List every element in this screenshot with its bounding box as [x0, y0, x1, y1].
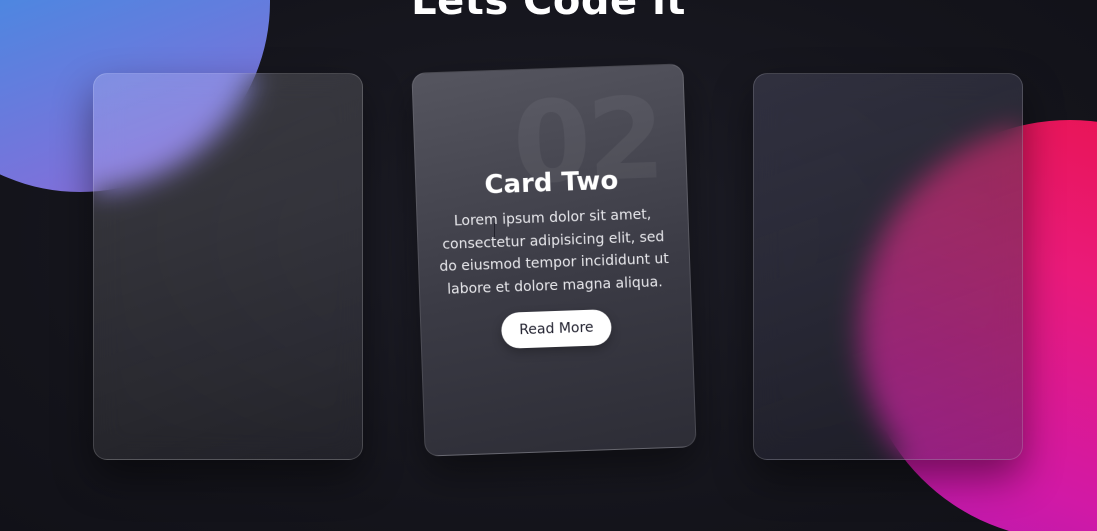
card-three[interactable] [753, 73, 1023, 460]
card-two[interactable]: 02 Card Two Lorem ipsum dolor sit amet, … [411, 63, 697, 457]
card-one[interactable] [93, 73, 363, 460]
card-title: Card Two [483, 165, 619, 201]
read-more-button[interactable]: Read More [500, 309, 613, 349]
page-background: Lets Code it 02 Card Two Lorem ipsum dol… [0, 0, 1097, 531]
page-title: Lets Code it [411, 0, 686, 24]
text-cursor-icon [494, 223, 495, 237]
card-description: Lorem ipsum dolor sit amet, consectetur … [439, 206, 670, 298]
card-content: Card Two Lorem ipsum dolor sit amet, con… [416, 162, 692, 351]
